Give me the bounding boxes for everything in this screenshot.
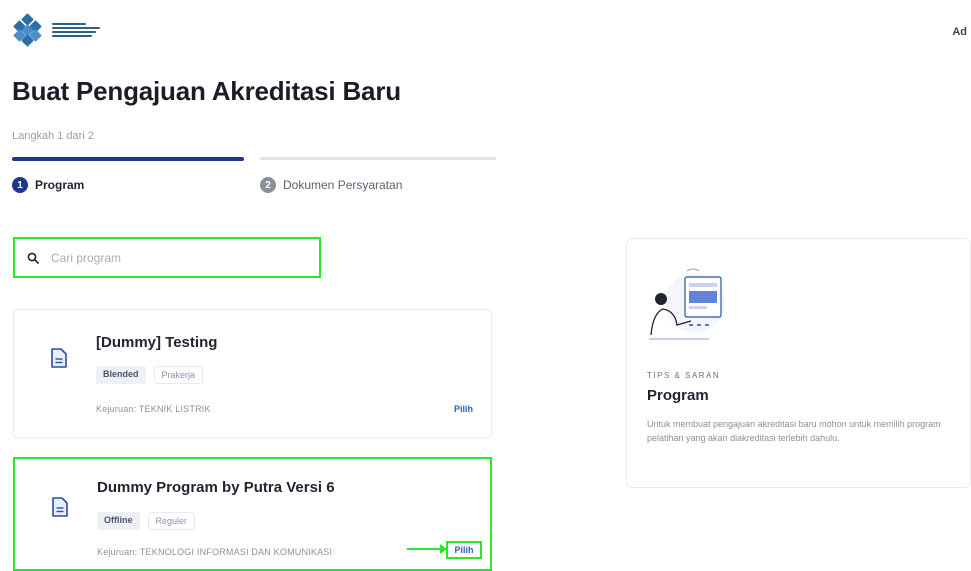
progress-bar-step-2 [260, 157, 496, 160]
stepper-step-program: 1 Program [12, 177, 84, 193]
ministry-logo[interactable] [12, 13, 100, 47]
progress-bar-step-1 [12, 157, 244, 161]
program-title: [Dummy] Testing [96, 334, 218, 351]
pilih-button[interactable]: Pilih [454, 545, 473, 555]
pilih-highlight: Pilih [446, 541, 482, 559]
document-icon [51, 348, 67, 368]
step-number: 1 [12, 177, 28, 193]
tips-kicker: TIPS & SARAN [647, 371, 721, 380]
program-card[interactable]: [Dummy] Testing Blended Prakerja Kejurua… [13, 309, 492, 438]
page-title: Buat Pengajuan Akreditasi Baru [12, 76, 401, 106]
tag-type: Reguler [147, 512, 196, 530]
program-tags: Offline Reguler [97, 512, 196, 530]
tag-type: Prakerja [153, 366, 204, 384]
logo-emblem-icon [12, 13, 44, 47]
program-kejuruan: Kejuruan: TEKNIK LISTRIK [96, 404, 211, 414]
tag-mode: Blended [96, 366, 146, 384]
step-indicator: Langkah 1 dari 2 [12, 130, 94, 142]
logo-wordmark [52, 23, 100, 37]
program-card[interactable]: Dummy Program by Putra Versi 6 Offline R… [13, 457, 492, 571]
step-label: Dokumen Persyaratan [283, 178, 403, 192]
tips-panel: TIPS & SARAN Program Untuk membuat penga… [626, 238, 971, 488]
search-box [13, 237, 321, 278]
document-icon [52, 497, 68, 517]
annotation-arrow-icon [407, 544, 447, 554]
pilih-button[interactable]: Pilih [454, 404, 473, 414]
tips-description: Untuk membuat pengajuan akreditasi baru … [647, 419, 941, 443]
user-menu[interactable]: Ad [952, 26, 967, 38]
program-tags: Blended Prakerja [96, 366, 204, 384]
program-kejuruan: Kejuruan: TEKNOLOGI INFORMASI DAN KOMUNI… [97, 547, 333, 557]
program-title: Dummy Program by Putra Versi 6 [97, 479, 335, 496]
program-illustration-icon [649, 268, 725, 340]
tips-title: Program [647, 387, 709, 404]
step-number: 2 [260, 177, 276, 193]
step-label: Program [35, 178, 85, 192]
search-icon [27, 252, 39, 264]
tag-mode: Offline [97, 512, 140, 530]
search-input[interactable] [49, 249, 293, 266]
stepper-step-dokumen: 2 Dokumen Persyaratan [260, 177, 402, 193]
